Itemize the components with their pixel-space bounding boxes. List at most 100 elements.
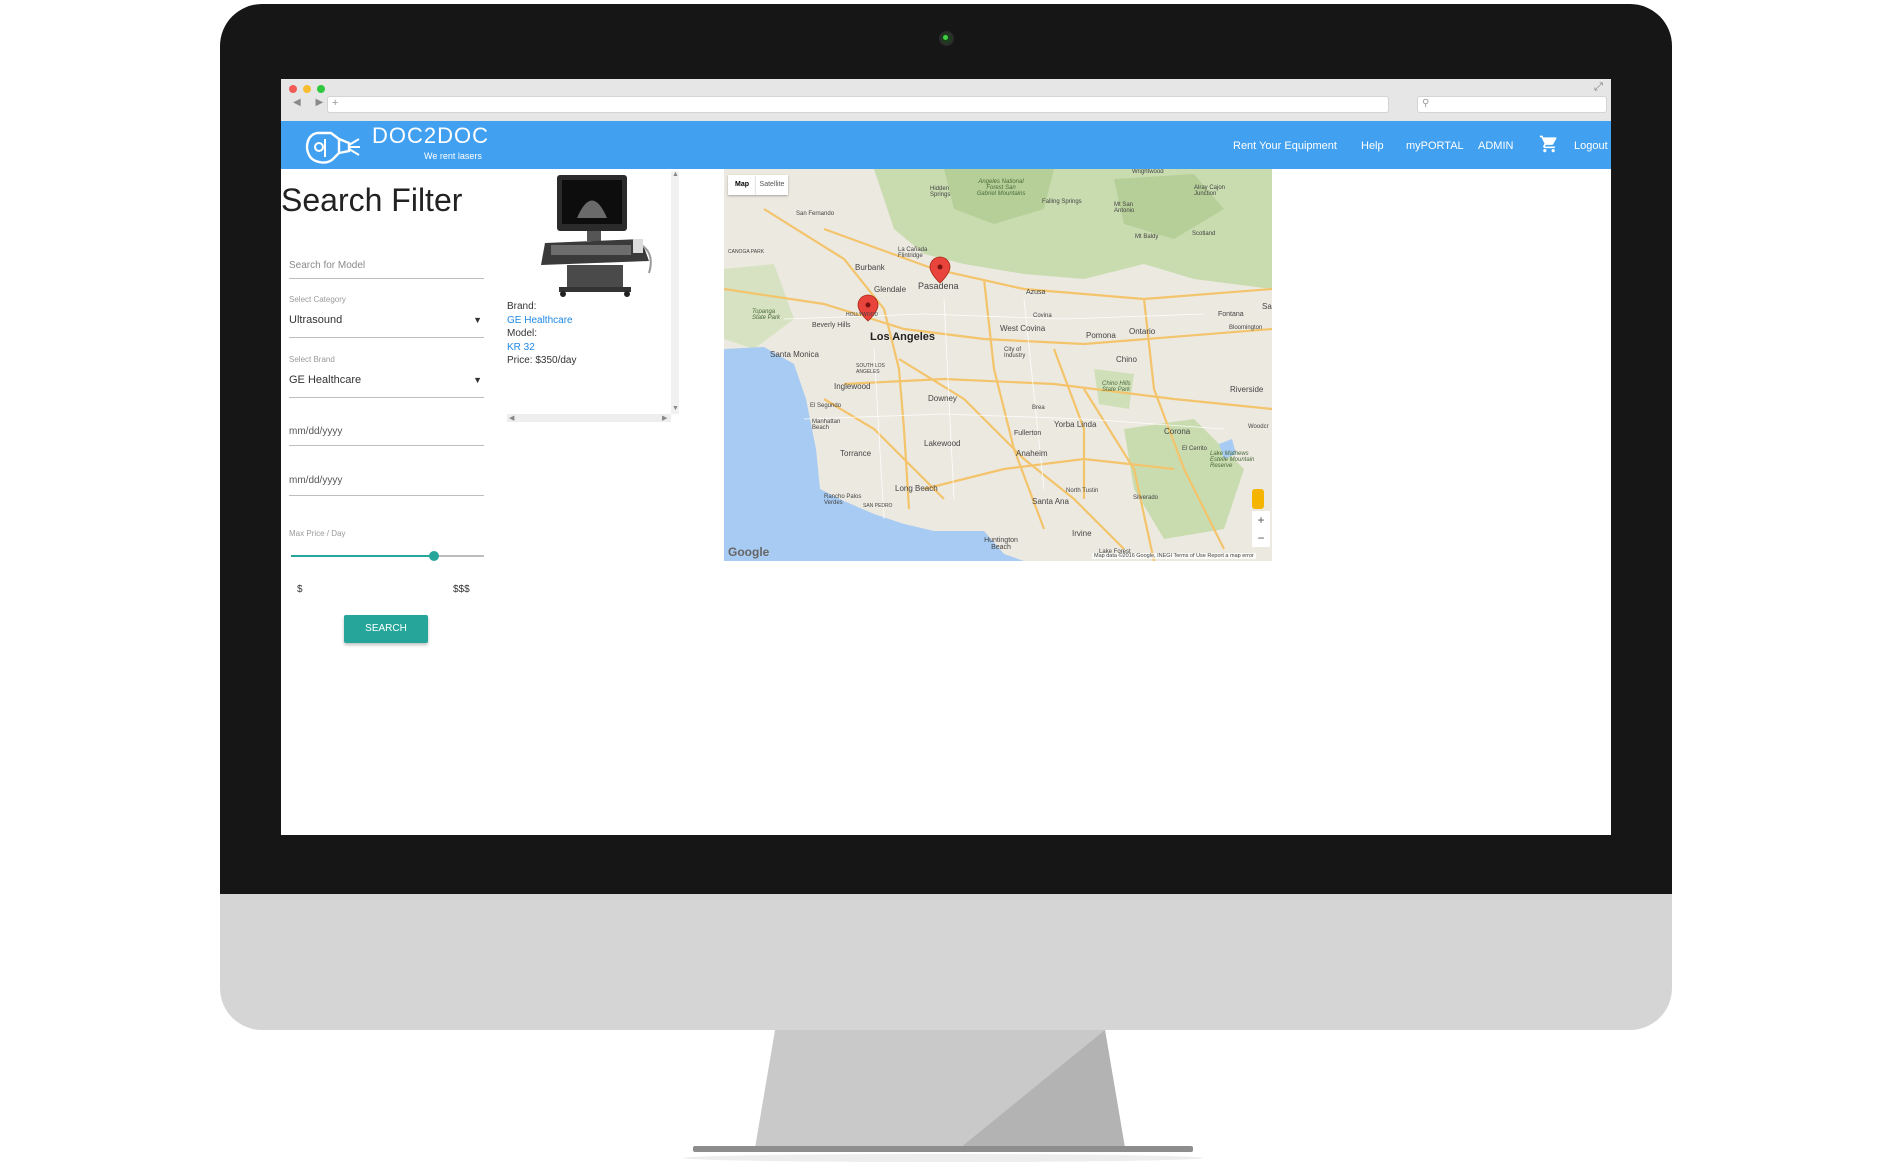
search-model-input[interactable]: Search for Model [289, 249, 484, 279]
hollywood-label: HOLLYWOOD [846, 312, 879, 318]
city-sa-label: Sa [1262, 302, 1272, 311]
city-burbank: Burbank [855, 263, 885, 272]
search-filter-title: Search Filter [281, 182, 463, 218]
category-value: Ultrasound [289, 314, 343, 326]
results-vertical-scrollbar[interactable]: ▲ ▼ [671, 171, 679, 414]
city-scotland: Scotland [1192, 231, 1216, 237]
mt-san-antonio-label: Mt San Antonio [1114, 202, 1135, 214]
city-riverside: Riverside [1230, 385, 1264, 394]
city-brea: Brea [1032, 405, 1045, 411]
zoom-out-button[interactable]: − [1252, 529, 1270, 547]
fullscreen-icon[interactable]: ⤢ [1594, 81, 1603, 94]
slider-thumb[interactable] [428, 551, 439, 561]
scroll-left-icon[interactable]: ◀ [509, 414, 514, 422]
back-forward-icon[interactable]: ◀ ▶ [293, 97, 329, 108]
city-covina: Covina [1033, 313, 1052, 319]
result-price: Price: $350/day [507, 355, 577, 366]
start-date-input[interactable]: mm/dd/yyyy [289, 414, 484, 446]
city-silverado: Silverado [1133, 495, 1159, 501]
new-tab-icon[interactable]: + [332, 97, 338, 109]
result-model-link[interactable]: KR 32 [507, 342, 535, 353]
city-el-cerrito: El Cerrito [1182, 446, 1208, 452]
scroll-down-icon[interactable]: ▼ [672, 405, 679, 412]
city-ontario: Ontario [1129, 327, 1156, 336]
category-label: Select Category [289, 295, 346, 304]
browser-toolbar: ◀ ▶ + ⚲ ⤢ [281, 79, 1611, 122]
brand-select[interactable]: Select Brand GE Healthcare ▼ [289, 355, 484, 398]
app-header: DOC2DOC We rent lasers Rent Your Equipme… [281, 121, 1611, 169]
city-anaheim: Anaheim [1016, 449, 1048, 458]
ultrasound-machine-image[interactable] [537, 173, 657, 297]
city-west-covina: West Covina [1000, 324, 1046, 333]
browser-search-input[interactable]: ⚲ [1417, 96, 1607, 113]
satellite-tab[interactable]: Satellite [756, 175, 788, 195]
address-bar[interactable]: + [327, 96, 1389, 113]
map-tiles[interactable] [724, 169, 1272, 561]
chino-hills-state-park-label: Chino Hills State Park [1102, 381, 1131, 393]
city-fontana: Fontana [1218, 311, 1244, 318]
nav-rent-your-equipment[interactable]: Rent Your Equipment [1233, 140, 1337, 152]
end-date-input[interactable]: mm/dd/yyyy [289, 462, 484, 496]
map-view[interactable]: Map Satellite Los Angeles Pasadena Glend… [724, 169, 1272, 561]
max-price-slider[interactable] [291, 551, 484, 561]
brand-tagline: We rent lasers [424, 151, 482, 161]
scroll-right-icon[interactable]: ▶ [662, 414, 667, 422]
browser-window: ◀ ▶ + ⚲ ⤢ DOC2DOC We rent lasers Rent Yo… [281, 79, 1611, 835]
city-bloomington: Bloomington [1229, 325, 1263, 331]
nav-help[interactable]: Help [1361, 140, 1384, 152]
map-attribution[interactable]: Map data ©2016 Google, INEGI Terms of Us… [1092, 553, 1256, 559]
close-window-button[interactable] [289, 85, 297, 93]
map-tab[interactable]: Map [728, 175, 756, 195]
webcam-led [943, 35, 948, 40]
category-dropdown-icon: ▼ [473, 315, 482, 325]
south-los-angeles-label: SOUTH LOS ANGELES [856, 363, 885, 375]
city-mt-baldy: Mt Baldy [1135, 234, 1159, 240]
monitor-chin [220, 894, 1672, 1030]
maximize-window-button[interactable] [317, 85, 325, 93]
category-select[interactable]: Select Category Ultrasound ▼ [289, 295, 484, 338]
results-list: Brand: GE Healthcare Model: KR 32 Price:… [507, 169, 669, 414]
search-model-placeholder: Search for Model [289, 260, 366, 271]
search-button[interactable]: SEARCH [344, 615, 428, 643]
google-logo: Google [728, 545, 770, 559]
brand-name[interactable]: DOC2DOC [372, 123, 489, 149]
results-horizontal-scrollbar[interactable]: ◀ ▶ [507, 414, 671, 422]
end-date-placeholder: mm/dd/yyyy [289, 475, 343, 486]
nav-myportal[interactable]: myPORTAL [1406, 140, 1464, 152]
city-huntington-beach: Huntington Beach [984, 537, 1018, 551]
result-brand-link[interactable]: GE Healthcare [507, 315, 573, 326]
city-pasadena: Pasadena [918, 281, 959, 291]
city-of-industry-label: City of Industry [1004, 347, 1026, 359]
price-min-label: $ [297, 584, 303, 595]
city-pomona: Pomona [1086, 331, 1116, 340]
city-downey: Downey [928, 394, 957, 403]
city-torrance: Torrance [840, 449, 872, 458]
zoom-in-button[interactable]: + [1252, 511, 1270, 529]
city-alray-cajon-junction: Alray Cajon Junction [1194, 185, 1226, 197]
city-el-segundo: El Segundo [810, 403, 842, 409]
city-beverly-hills: Beverly Hills [812, 322, 851, 329]
angeles-national-forest-label: Angeles National Forest San Gabriel Moun… [976, 179, 1026, 197]
result-model-label: Model: [507, 328, 538, 339]
nav-logout[interactable]: Logout [1574, 140, 1608, 152]
slider-fill [291, 555, 434, 557]
city-inglewood: Inglewood [834, 382, 871, 391]
brand-value: GE Healthcare [289, 374, 362, 386]
topanga-state-park-label: Topanga State Park [752, 309, 781, 321]
brand-label: Select Brand [289, 355, 335, 364]
nav-admin[interactable]: ADMIN [1478, 140, 1513, 152]
city-glendale: Glendale [874, 285, 907, 294]
scroll-up-icon[interactable]: ▲ [672, 171, 679, 178]
city-azusa: Azusa [1026, 289, 1046, 296]
start-date-placeholder: mm/dd/yyyy [289, 426, 343, 437]
canoga-park-label: CANOGA PARK [728, 249, 765, 255]
city-la-canada: La Cañada Flintridge [898, 247, 928, 259]
monitor-stand [683, 1030, 1203, 1162]
city-irvine: Irvine [1072, 529, 1092, 538]
city-yorba-linda: Yorba Linda [1054, 420, 1097, 429]
minimize-window-button[interactable] [303, 85, 311, 93]
city-chino: Chino [1116, 355, 1137, 364]
city-north-tustin: North Tustin [1066, 488, 1099, 494]
city-falling-springs: Falling Springs [1042, 199, 1082, 205]
shopping-cart-icon[interactable] [1539, 134, 1559, 154]
